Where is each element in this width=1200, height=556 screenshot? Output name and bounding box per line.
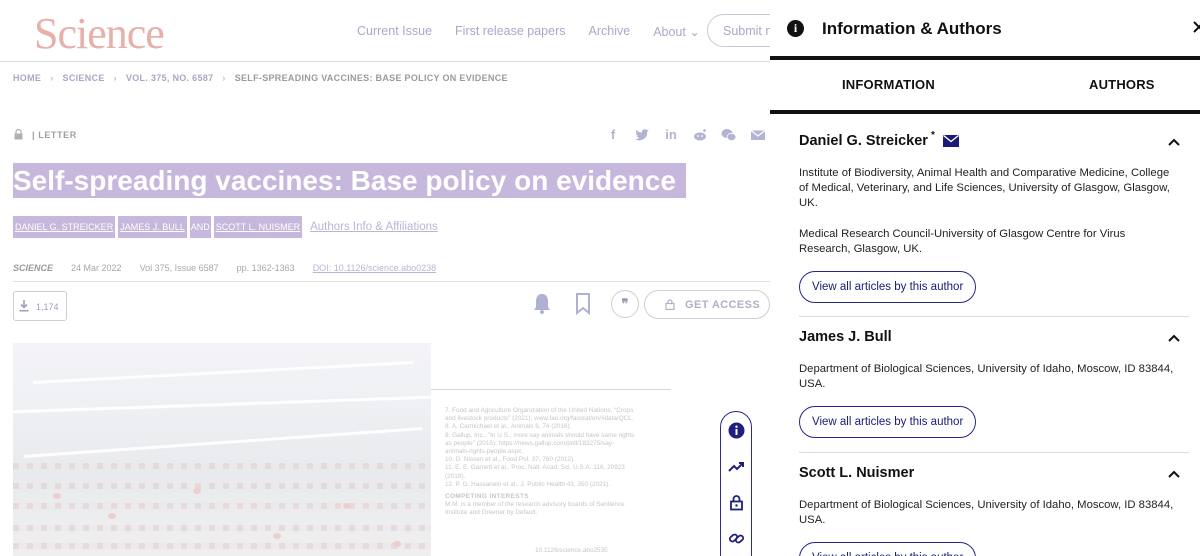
tab-information[interactable]: INFORMATION — [842, 77, 935, 92]
email-icon[interactable] — [750, 127, 766, 143]
lock-icon — [14, 129, 23, 140]
author-name: Scott L. Nuismer — [799, 465, 915, 481]
twitter-icon[interactable] — [634, 127, 650, 143]
author-list: DANIEL G. STREICKER JAMES J. BULL AND SC… — [13, 216, 438, 238]
top-nav: Current Issue First release papers Archi… — [357, 24, 700, 39]
and-label: AND — [189, 216, 211, 238]
cite-button[interactable]: ❞ — [611, 290, 639, 318]
article-meta: SCIENCE 24 Mar 2022 Vol 375, Issue 6587 … — [13, 263, 436, 273]
linkedin-icon[interactable]: in — [663, 127, 679, 143]
nav-about[interactable]: About ⌄ — [653, 24, 700, 39]
authors-info-link[interactable]: Authors Info & Affiliations — [310, 221, 438, 233]
chevron-up-icon[interactable] — [1167, 333, 1181, 343]
chevron-up-icon[interactable] — [1167, 469, 1181, 479]
reddit-icon[interactable] — [692, 127, 708, 143]
meta-divider — [13, 281, 770, 282]
nav-archive[interactable]: Archive — [589, 24, 631, 39]
nav-current-issue[interactable]: Current Issue — [357, 24, 432, 39]
lock-icon[interactable] — [728, 494, 745, 511]
author-card: James J. Bull Department of Biological S… — [799, 329, 1189, 439]
download-count[interactable]: 1,174 — [13, 291, 67, 321]
author-name: James J. Bull — [799, 329, 892, 345]
journal-name: SCIENCE — [13, 263, 54, 273]
author-affiliation: Department of Biological Sciences, Unive… — [799, 363, 1174, 391]
author-link[interactable]: DANIEL G. STREICKER — [13, 216, 116, 238]
chevron-right-icon: › — [50, 73, 54, 83]
info-icon: i — [787, 20, 804, 37]
facebook-icon[interactable]: f — [605, 127, 621, 143]
breadcrumb-current: SELF-SPREADING VACCINES: BASE POLICY ON … — [234, 73, 508, 83]
lock-icon — [665, 299, 675, 310]
author-divider — [799, 452, 1189, 453]
author-card: Scott L. Nuismer Department of Biologica… — [799, 465, 1189, 556]
author-link[interactable]: JAMES J. BULL — [118, 216, 187, 238]
share-bar: f in — [605, 127, 766, 143]
nav-first-release[interactable]: First release papers — [455, 24, 565, 39]
author-divider — [799, 316, 1189, 317]
drawer-top-rule — [770, 56, 1200, 60]
drawer-title: Information & Authors — [822, 19, 1002, 38]
author-name: Daniel G. Streicker — [799, 133, 928, 149]
breadcrumb-science[interactable]: SCIENCE — [63, 73, 105, 83]
close-icon[interactable] — [1190, 14, 1200, 44]
breadcrumb-volume[interactable]: VOL. 375, NO. 6587 — [126, 73, 213, 83]
breadcrumb-home[interactable]: HOME — [13, 73, 41, 83]
metrics-icon[interactable] — [728, 458, 745, 475]
tab-authors[interactable]: AUTHORS — [1089, 77, 1155, 92]
view-author-articles-button[interactable]: View all articles by this author — [799, 406, 977, 439]
link-icon[interactable] — [728, 530, 745, 547]
floating-toolbar — [720, 411, 752, 556]
chevron-right-icon: › — [113, 73, 117, 83]
science-logo[interactable]: Science — [34, 8, 165, 59]
article-figure-image — [13, 343, 431, 556]
download-icon — [19, 300, 29, 312]
email-icon[interactable] — [942, 135, 959, 147]
corresponding-marker: * — [930, 130, 935, 141]
info-authors-drawer: i Information & Authors INFORMATION AUTH… — [770, 0, 1200, 556]
author-affiliation: Medical Research Council-University of G… — [799, 227, 1126, 255]
chevron-right-icon: › — [222, 73, 226, 83]
page-range: pp. 1362-1363 — [236, 263, 295, 273]
wechat-icon[interactable] — [721, 127, 737, 143]
page-scan-references: 7. Food and Agriculture Organization of … — [445, 407, 635, 554]
bell-icon[interactable] — [531, 291, 553, 317]
article-title: Self-spreading vaccines: Base policy on … — [13, 163, 686, 198]
page-scan-rule — [431, 389, 671, 390]
view-author-articles-button[interactable]: View all articles by this author — [799, 542, 977, 556]
volume-issue: Vol 375, Issue 6587 — [139, 263, 219, 273]
author-affiliation: Institute of Biodiversity, Animal Health… — [799, 167, 1170, 210]
tab-underline — [770, 110, 1200, 114]
doi-link[interactable]: DOI: 10.1126/science.abo0238 — [313, 263, 436, 273]
view-author-articles-button[interactable]: View all articles by this author — [799, 271, 977, 304]
author-card: Daniel G. Streicker * Institute of Biodi… — [799, 130, 1189, 304]
info-icon[interactable] — [728, 422, 745, 439]
publish-date: 24 Mar 2022 — [71, 263, 122, 273]
breadcrumb: HOME › SCIENCE › VOL. 375, NO. 6587 › SE… — [13, 73, 508, 83]
chevron-up-icon[interactable] — [1167, 137, 1181, 147]
bookmark-icon[interactable] — [572, 291, 594, 317]
article-type-label: | LETTER — [32, 130, 77, 140]
author-link[interactable]: SCOTT L. NUISMER — [213, 216, 303, 238]
chevron-down-icon: ⌄ — [689, 25, 700, 39]
get-access-button[interactable]: GET ACCESS — [644, 290, 770, 319]
author-affiliation: Department of Biological Sciences, Unive… — [799, 499, 1174, 527]
header-divider — [0, 61, 770, 62]
